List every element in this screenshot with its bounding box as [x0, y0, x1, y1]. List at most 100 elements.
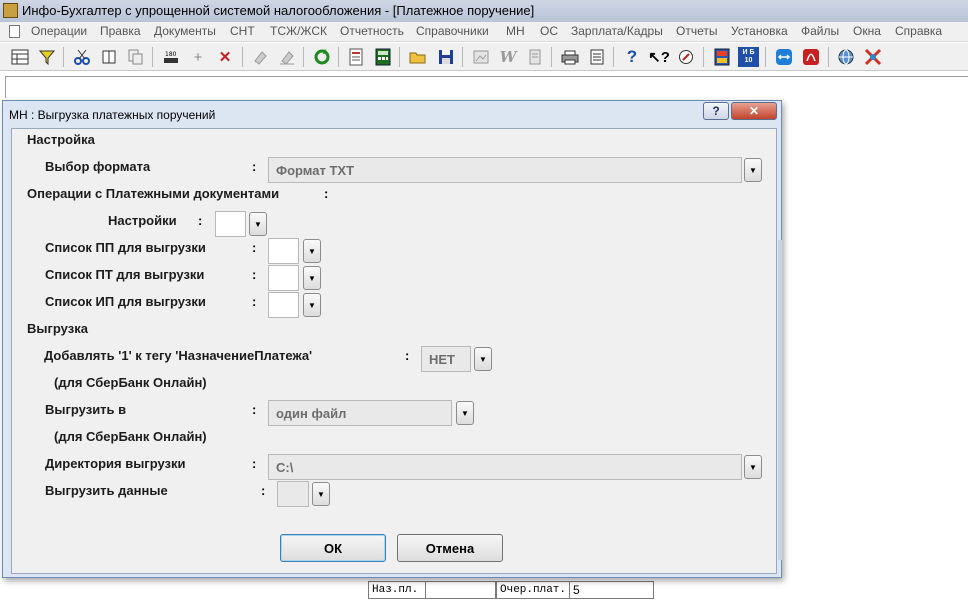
ip-list-dropdown-button[interactable]: ▼	[303, 293, 321, 317]
ip-colon: :	[252, 294, 257, 309]
help-icon[interactable]: ?	[622, 47, 642, 67]
pp-list-dropdown-button[interactable]: ▼	[303, 239, 321, 263]
section-settings-heading: Настройка	[27, 132, 95, 147]
menu-bar: Операции Правка Документы СНТ ТСЖ/ЖСК От…	[0, 22, 968, 42]
ip-list-field[interactable]	[268, 292, 299, 318]
whatis-icon[interactable]: ↖?	[648, 47, 670, 67]
sber-note-2: (для СберБанк Онлайн)	[54, 429, 207, 444]
eraser2-icon[interactable]	[277, 47, 297, 67]
toolbar-separator	[551, 47, 552, 67]
menu-os[interactable]: ОС	[540, 24, 558, 38]
refresh-icon[interactable]	[312, 47, 332, 67]
directory-label: Директория выгрузки	[45, 456, 186, 471]
menu-documents[interactable]: Документы	[154, 24, 216, 38]
settings-label: Настройки	[108, 213, 177, 228]
document-menu-icon[interactable]	[9, 25, 20, 38]
menu-edit[interactable]: Правка	[100, 24, 141, 38]
section-export-heading: Выгрузка	[27, 321, 88, 336]
menu-windows[interactable]: Окна	[853, 24, 881, 38]
menu-reports[interactable]: Отчеты	[676, 24, 717, 38]
sber-note-1: (для СберБанк Онлайн)	[54, 375, 207, 390]
toolbar-separator	[462, 47, 463, 67]
pt-list-dropdown-button[interactable]: ▼	[303, 266, 321, 290]
toolbar-separator	[703, 47, 704, 67]
img-icon[interactable]	[471, 47, 491, 67]
menu-install[interactable]: Установка	[731, 24, 788, 38]
directory-field[interactable]: C:\	[268, 454, 742, 480]
barcode-icon[interactable]: 180	[161, 47, 181, 67]
report-icon[interactable]	[346, 47, 366, 67]
dialog-close-button[interactable]: ✕	[731, 102, 777, 120]
pdf-icon[interactable]	[801, 47, 821, 67]
table-icon[interactable]	[10, 47, 30, 67]
cut-icon[interactable]	[72, 47, 92, 67]
pp-colon: :	[252, 240, 257, 255]
print-icon[interactable]	[560, 47, 580, 67]
menu-files[interactable]: Файлы	[801, 24, 839, 38]
background-scrollbar[interactable]	[778, 240, 782, 560]
menu-snt[interactable]: СНТ	[230, 24, 255, 38]
pp-list-field[interactable]	[268, 238, 299, 264]
plus-icon[interactable]: +	[188, 47, 208, 67]
export-dialog: МН : Выгрузка платежных поручений ? ✕ На…	[2, 100, 782, 578]
title-bar: Инфо-Бухгалтер с упрощенной системой нал…	[0, 0, 968, 22]
network-icon[interactable]	[863, 47, 883, 67]
book-icon[interactable]	[712, 47, 732, 67]
format-select[interactable]: Формат TXT	[268, 157, 742, 183]
app-icon[interactable]	[3, 3, 18, 18]
format-dropdown-button[interactable]: ▼	[744, 158, 762, 182]
split-icon[interactable]	[99, 47, 119, 67]
menu-operations[interactable]: Операции	[31, 24, 87, 38]
pt-list-field[interactable]	[268, 265, 299, 291]
directory-colon: :	[252, 456, 257, 471]
operations-label: Операции с Платежными документами	[27, 186, 280, 201]
compass-icon[interactable]	[676, 47, 696, 67]
document-ruler	[5, 76, 968, 98]
calculator-icon[interactable]	[373, 47, 393, 67]
export-to-label: Выгрузить в	[45, 402, 127, 417]
menu-help[interactable]: Справка	[895, 24, 942, 38]
export-data-dropdown-button[interactable]: ▼	[312, 482, 330, 506]
directory-browse-button[interactable]: ▼	[744, 455, 762, 479]
toolbar-separator	[399, 47, 400, 67]
format-colon: :	[252, 159, 257, 174]
menu-directories[interactable]: Справочники	[416, 24, 489, 38]
toolbar-separator	[242, 47, 243, 67]
bg-cell-priority-value[interactable]: 5	[570, 581, 654, 599]
menu-tszh[interactable]: ТСЖ/ЖСК	[270, 24, 327, 38]
word-icon[interactable]: W	[498, 47, 518, 67]
cancel-button[interactable]: Отмена	[397, 534, 503, 562]
dialog-client-area: Настройка Выбор формата : Формат TXT ▼ О…	[11, 128, 777, 574]
filter-icon[interactable]	[37, 47, 57, 67]
preview-icon[interactable]	[587, 47, 607, 67]
eraser-icon[interactable]	[250, 47, 270, 67]
export-to-select[interactable]: один файл	[268, 400, 452, 426]
menu-mn[interactable]: МН	[506, 24, 525, 38]
teamviewer-icon[interactable]	[774, 47, 794, 67]
ib10-icon[interactable]: И Б 10	[738, 47, 759, 67]
save-icon[interactable]	[436, 47, 456, 67]
open-folder-icon[interactable]	[408, 47, 428, 67]
add-one-dropdown-button[interactable]: ▼	[474, 347, 492, 371]
menu-reporting[interactable]: Отчетность	[340, 24, 404, 38]
web-icon[interactable]	[836, 47, 856, 67]
pt-colon: :	[252, 267, 257, 282]
menu-salary[interactable]: Зарплата/Кадры	[571, 24, 663, 38]
bg-cell-purpose: Наз.пл.	[368, 581, 426, 599]
settings-dropdown-button[interactable]: ▼	[249, 212, 267, 236]
copy-icon[interactable]	[125, 47, 145, 67]
delete-icon[interactable]: ✕	[215, 47, 235, 67]
dialog-help-button[interactable]: ?	[703, 102, 729, 120]
operations-colon: :	[324, 186, 329, 201]
add-one-select[interactable]: НЕТ	[421, 346, 471, 372]
bg-cell-priority-label: Очер.плат.	[496, 581, 570, 599]
export-to-dropdown-button[interactable]: ▼	[456, 401, 474, 425]
svg-text:180: 180	[165, 51, 177, 58]
doc-icon[interactable]	[525, 47, 545, 67]
export-data-field[interactable]	[277, 481, 309, 507]
format-label: Выбор формата	[45, 159, 151, 174]
ok-button[interactable]: ОК	[280, 534, 386, 562]
toolbar-separator	[338, 47, 339, 67]
settings-colon: :	[198, 213, 203, 228]
settings-field[interactable]	[215, 211, 246, 237]
